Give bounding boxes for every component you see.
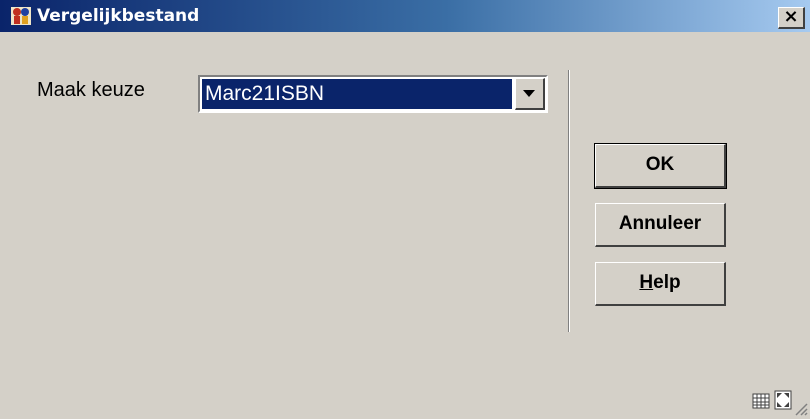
dropdown-arrow-icon	[523, 90, 535, 97]
close-button[interactable]: ×	[778, 7, 805, 29]
choice-label: Maak keuze	[37, 79, 145, 101]
resize-grip-icon[interactable]	[794, 402, 808, 416]
cancel-button[interactable]: Annuleer	[595, 203, 726, 247]
expand-icon[interactable]	[774, 390, 792, 410]
ok-button[interactable]: OK	[594, 143, 727, 189]
grid-icon[interactable]	[752, 392, 770, 410]
choice-select-value[interactable]: Marc21ISBN	[202, 79, 512, 109]
cancel-button-label: Annuleer	[618, 213, 702, 234]
choice-select-dropdown-button[interactable]	[515, 78, 545, 110]
help-button-label: elp	[653, 272, 681, 293]
ok-button-label: OK	[645, 154, 675, 175]
help-button-mnemonic: H	[639, 272, 654, 293]
window-title: Vergelijkbestand	[37, 6, 200, 26]
dialog-window: Vergelijkbestand × Maak keuze Marc21ISBN…	[0, 0, 810, 419]
vertical-separator	[568, 70, 570, 332]
app-logo-icon	[11, 7, 31, 25]
choice-select[interactable]: Marc21ISBN	[198, 75, 548, 113]
close-icon: ×	[783, 6, 799, 27]
title-bar[interactable]: Vergelijkbestand ×	[0, 0, 810, 32]
help-button[interactable]: Help	[595, 262, 726, 306]
